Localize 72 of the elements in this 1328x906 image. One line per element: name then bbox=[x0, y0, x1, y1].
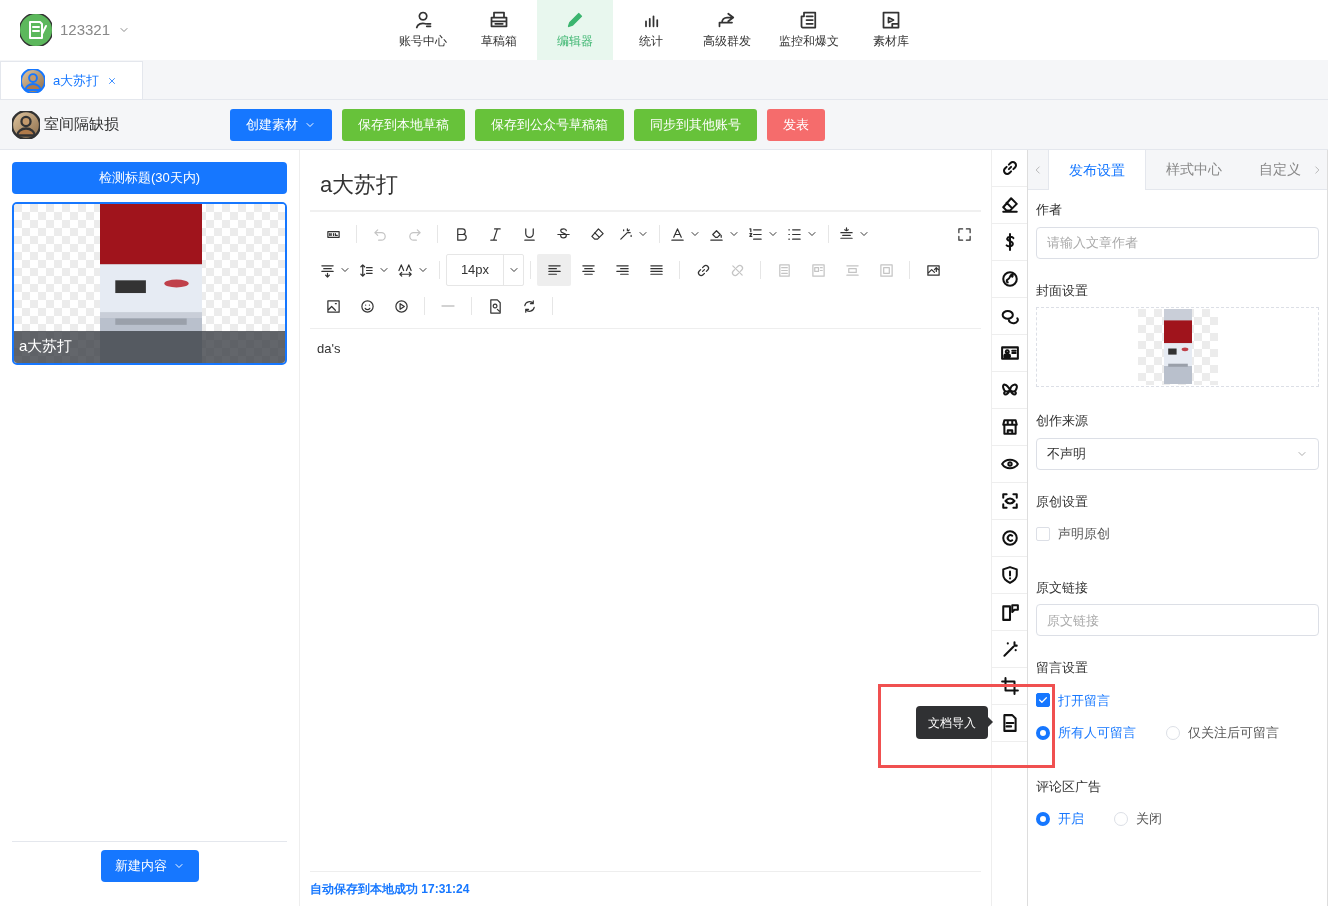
article-card[interactable]: a大苏打 bbox=[12, 202, 287, 365]
field-label: 留言设置 bbox=[1036, 659, 1089, 677]
editor-text: da's bbox=[317, 341, 341, 356]
radio-button[interactable] bbox=[1036, 811, 1050, 826]
field-label: 作者 bbox=[1036, 201, 1063, 219]
settings-tab[interactable]: 自定义 bbox=[1243, 150, 1308, 189]
nav-tab[interactable]: 监控和爆文 bbox=[765, 0, 853, 60]
nav-tab[interactable]: 统计 bbox=[613, 0, 689, 60]
close-icon[interactable] bbox=[107, 75, 118, 86]
butterfly-icon[interactable] bbox=[1000, 381, 1019, 399]
article-heading: a大苏打 bbox=[319, 171, 400, 199]
new-content-button[interactable]: 新建内容 bbox=[100, 850, 199, 882]
link-icon[interactable] bbox=[1000, 159, 1019, 177]
pencil-icon bbox=[565, 10, 585, 30]
id-card-icon[interactable] bbox=[1000, 344, 1019, 362]
option-label: 仅关注后可留言 bbox=[1188, 724, 1279, 742]
option-label: 关闭 bbox=[1136, 810, 1162, 828]
dropdown-field[interactable]: 不声明 bbox=[1036, 437, 1319, 470]
printer-icon bbox=[489, 10, 509, 30]
settings-tab[interactable]: 样式中心 bbox=[1145, 150, 1244, 189]
store-icon[interactable] bbox=[1000, 418, 1019, 436]
crop-icon[interactable] bbox=[1000, 677, 1019, 695]
nav-tab[interactable]: 素材库 bbox=[853, 0, 929, 60]
action-button[interactable]: 保存到本地草稿 bbox=[342, 108, 465, 141]
action-button[interactable]: 保存到公众号草稿箱 bbox=[475, 108, 624, 141]
autosave-status: 自动保存到本地成功 17:31:24 bbox=[310, 871, 982, 906]
field-label: 封面设置 bbox=[1036, 281, 1089, 300]
chat-bubbles-icon[interactable] bbox=[1000, 307, 1019, 325]
article-title: a大苏打 bbox=[14, 331, 285, 363]
check-title-button[interactable]: 检测标题(30天内) bbox=[12, 162, 287, 194]
option-label: 开启 bbox=[1058, 810, 1084, 828]
option-label: 打开留言 bbox=[1058, 691, 1110, 710]
eraser-icon[interactable] bbox=[1000, 196, 1019, 214]
font-size-select[interactable]: 14px bbox=[446, 254, 524, 286]
text-field[interactable]: 请输入文章作者 bbox=[1036, 226, 1319, 259]
text-field[interactable]: 原文链接 bbox=[1036, 604, 1319, 636]
action-button[interactable]: 同步到其他账号 bbox=[634, 108, 757, 141]
field-label: 创作来源 bbox=[1036, 412, 1089, 430]
phone-flag-icon[interactable] bbox=[1000, 603, 1019, 621]
cover-upload[interactable] bbox=[1036, 307, 1319, 387]
account-name: 123321 bbox=[60, 19, 111, 40]
scan-icon[interactable] bbox=[1000, 492, 1019, 510]
settings-tab[interactable]: 发布设置 bbox=[1047, 150, 1146, 190]
avatar bbox=[12, 110, 40, 139]
action-button[interactable]: 创建素材 bbox=[230, 108, 332, 141]
document-tab[interactable]: a大苏打 bbox=[0, 61, 143, 99]
field-label: 原创设置 bbox=[1036, 492, 1089, 511]
media-icon bbox=[881, 10, 901, 30]
nav-tab[interactable]: 草稿箱 bbox=[461, 0, 537, 60]
action-button[interactable]: 发表 bbox=[767, 108, 825, 141]
avatar bbox=[21, 68, 45, 93]
nav-tab[interactable]: 账号中心 bbox=[385, 0, 461, 60]
copyright-icon[interactable] bbox=[1000, 529, 1019, 547]
logo-icon bbox=[20, 14, 52, 46]
share-icon bbox=[717, 10, 737, 30]
field-label: 原文链接 bbox=[1036, 578, 1089, 597]
option-label: 所有人可留言 bbox=[1058, 724, 1136, 742]
user-icon bbox=[413, 10, 433, 30]
document-icon[interactable] bbox=[1000, 714, 1019, 732]
option-label: 声明原创 bbox=[1058, 525, 1110, 543]
nav-tab[interactable]: 编辑器 bbox=[537, 0, 613, 60]
account-title: 室间隔缺损 bbox=[44, 114, 120, 135]
radio-button[interactable] bbox=[1036, 725, 1050, 740]
checkbox[interactable] bbox=[1036, 693, 1050, 708]
tooltip-arrow bbox=[987, 716, 993, 728]
shield-alert-icon[interactable] bbox=[1000, 566, 1019, 584]
tooltip: 文档导入 bbox=[916, 706, 988, 739]
nav-tab[interactable]: 高级群发 bbox=[689, 0, 765, 60]
field-label: 评论区广告 bbox=[1036, 777, 1102, 796]
newspaper-icon bbox=[799, 10, 819, 30]
magic-wand-icon[interactable] bbox=[1000, 640, 1019, 658]
toolbar-button[interactable] bbox=[537, 254, 571, 286]
